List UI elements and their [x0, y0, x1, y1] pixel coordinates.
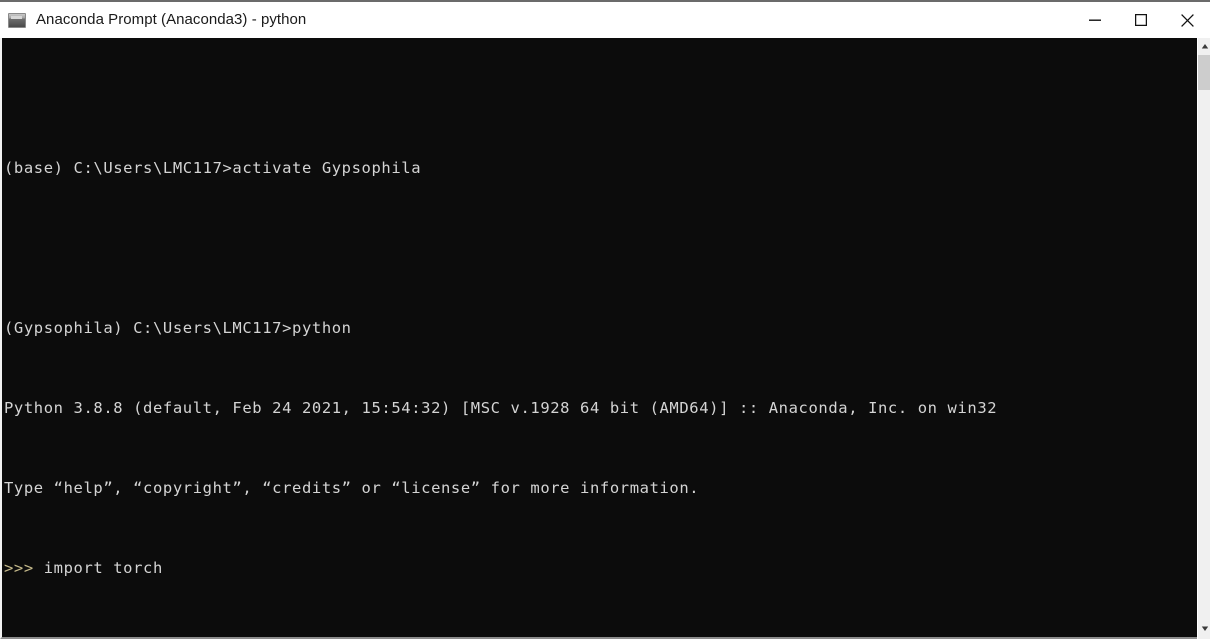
maximize-button[interactable] [1118, 2, 1164, 38]
scrollbar-thumb[interactable] [1198, 55, 1210, 90]
repl-command-text: import torch [33, 559, 163, 577]
minimize-button[interactable] [1072, 2, 1118, 38]
repl-prompt-symbol: >>> [4, 559, 34, 577]
console-output-area[interactable]: (base) C:\Users\LMC117>activate Gypsophi… [0, 38, 1210, 639]
console-text-buffer: (base) C:\Users\LMC117>activate Gypsophi… [4, 38, 1194, 637]
anaconda-prompt-window: Anaconda Prompt (Anaconda3) - python (ba… [0, 0, 1210, 639]
window-controls [1072, 2, 1210, 38]
scroll-down-arrow-icon[interactable] [1198, 620, 1210, 637]
close-button[interactable] [1164, 2, 1210, 38]
console-line-python-help-banner: Type “help”, “copyright”, “credits” or “… [4, 479, 700, 497]
scroll-up-arrow-icon[interactable] [1198, 38, 1210, 55]
title-bar[interactable]: Anaconda Prompt (Anaconda3) - python [0, 0, 1210, 38]
console-line-import-torch: >>> import torch [4, 558, 1194, 578]
vertical-scrollbar[interactable] [1197, 38, 1210, 639]
console-icon [8, 12, 26, 28]
console-line-python-version: Python 3.8.8 (default, Feb 24 2021, 15:5… [4, 399, 998, 417]
window-title: Anaconda Prompt (Anaconda3) - python [36, 11, 307, 28]
console-line-activate-command: (base) C:\Users\LMC117>activate Gypsophi… [4, 159, 422, 177]
title-bar-left-group: Anaconda Prompt (Anaconda3) - python [8, 2, 306, 38]
console-line-python-command: (Gypsophila) C:\Users\LMC117>python [4, 319, 352, 337]
